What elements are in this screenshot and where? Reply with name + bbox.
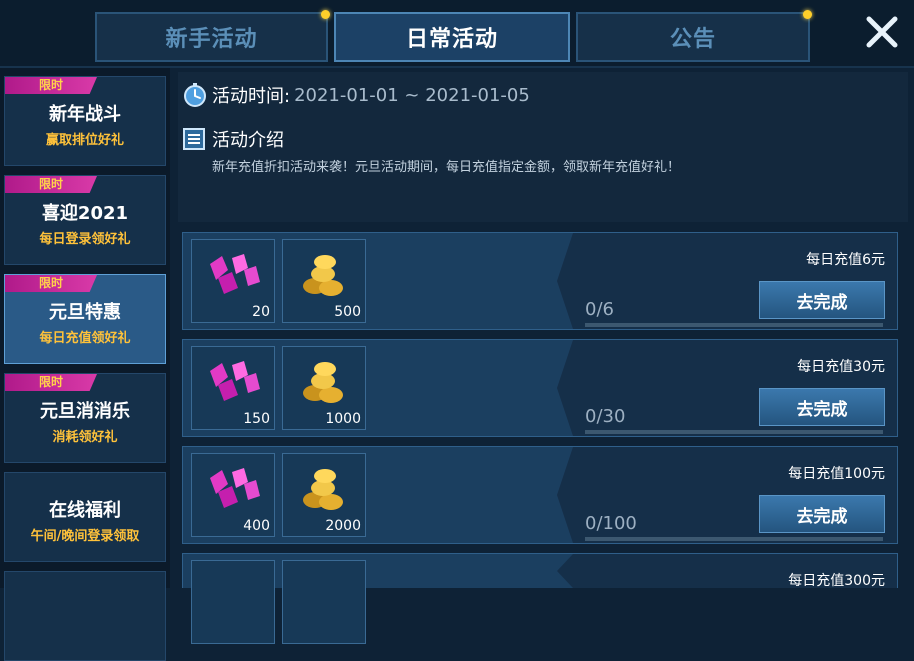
reward-condition: 每日充值30元 [797, 359, 885, 375]
sidebar: 限时 新年战斗 赢取排位好礼 限时 喜迎2021 每日登录领好礼 限时 元旦特惠… [0, 68, 170, 661]
sidebar-item-title: 元旦消消乐 [40, 401, 130, 422]
tab-label: 日常活动 [405, 27, 498, 52]
sidebar-item-online-bonus[interactable]: 在线福利 午间/晚间登录领取 [4, 472, 166, 562]
activity-intro-text: 新年充值折扣活动来袭！元旦活动期间，每日充值指定金额，领取新年充值好礼！ [212, 160, 681, 175]
progress-bar [585, 430, 883, 434]
go-complete-button[interactable]: 去完成 [759, 388, 885, 426]
sidebar-item-new-year-battle[interactable]: 限时 新年战斗 赢取排位好礼 [4, 76, 166, 166]
stopwatch-icon [184, 83, 206, 107]
sidebar-item-title: 在线福利 [49, 500, 121, 521]
reward-slot-gems[interactable]: 400 [191, 453, 275, 537]
sidebar-item-subtitle: 每日充值领好礼 [39, 331, 131, 346]
coin-icon [303, 362, 343, 403]
activity-intro-label: 活动介绍 [212, 130, 284, 151]
limited-tag: 限时 [5, 374, 97, 391]
reward-slot-coins[interactable]: 1000 [282, 346, 366, 430]
activity-time-label: 活动时间: [212, 86, 291, 107]
gem-icon [210, 468, 260, 508]
coin-icon [303, 469, 343, 510]
reward-count: 2000 [325, 518, 361, 534]
limited-tag: 限时 [5, 275, 97, 292]
go-complete-button[interactable]: 去完成 [759, 281, 885, 319]
gem-icon [210, 361, 260, 401]
sidebar-item-subtitle: 每日登录领好礼 [39, 232, 131, 247]
reward-count: 400 [243, 518, 270, 534]
sidebar-item-title: 元旦特惠 [49, 302, 121, 323]
reward-slot-gems[interactable]: 20 [191, 239, 275, 323]
sidebar-item-match-game[interactable]: 限时 元旦消消乐 消耗领好礼 [4, 373, 166, 463]
reward-count: 1000 [325, 411, 361, 427]
reward-slot-gems[interactable] [191, 560, 275, 644]
sidebar-item-new-year-sale[interactable]: 限时 元旦特惠 每日充值领好礼 [4, 274, 166, 364]
sidebar-item-welcome-2021[interactable]: 限时 喜迎2021 每日登录领好礼 [4, 175, 166, 265]
activity-info: 活动时间: 2021-01-01 ~ 2021-01-05 活动介绍 新年充值折… [178, 72, 908, 222]
sidebar-item-subtitle: 消耗领好礼 [52, 430, 118, 445]
close-icon[interactable] [864, 14, 900, 50]
limited-tag: 限时 [5, 77, 97, 94]
progress-bar [585, 537, 883, 541]
reward-condition: 每日充值6元 [806, 252, 885, 268]
reward-slot-coins[interactable]: 500 [282, 239, 366, 323]
sidebar-item-subtitle: 赢取排位好礼 [45, 133, 124, 148]
reward-condition: 每日充值300元 [788, 573, 885, 589]
document-list-icon [183, 128, 205, 150]
tab-newbie[interactable]: 新手活动 [95, 10, 330, 62]
limited-tag: 限时 [5, 176, 97, 193]
reward-slot-coins[interactable] [282, 560, 366, 644]
reward-row: 150 1000 每日充值30元 0/30 去完成 [182, 339, 898, 437]
progress-bar [585, 323, 883, 327]
reward-row: 每日充值300元 [182, 553, 898, 644]
reward-row: 20 500 每日充值6元 0/6 去完成 [182, 232, 898, 330]
reward-slot-gems[interactable]: 150 [191, 346, 275, 430]
activity-intro-heading: 活动介绍 [182, 126, 284, 152]
sidebar-item-title: 喜迎2021 [41, 203, 129, 224]
reward-row: 400 2000 每日充值100元 0/100 去完成 [182, 446, 898, 544]
reward-count: 500 [334, 304, 361, 320]
sidebar-item-subtitle: 午间/晚间登录领取 [30, 529, 140, 544]
sidebar-item-partial[interactable] [4, 571, 166, 661]
reward-slot-coins[interactable]: 2000 [282, 453, 366, 537]
tab-label: 新手活动 [165, 27, 258, 52]
tab-announcement[interactable]: 公告 [576, 10, 812, 62]
tab-label: 公告 [669, 27, 716, 52]
coin-icon [303, 255, 343, 296]
sidebar-item-title: 新年战斗 [49, 104, 121, 125]
reward-condition: 每日充值100元 [788, 466, 885, 482]
activity-time: 活动时间: 2021-01-01 ~ 2021-01-05 [182, 82, 530, 108]
progress-text: 0/30 [585, 406, 626, 427]
go-complete-button[interactable]: 去完成 [759, 495, 885, 533]
gem-icon [210, 254, 260, 294]
progress-text: 0/6 [585, 299, 614, 320]
reward-count: 20 [252, 304, 270, 320]
notice-dot [321, 10, 330, 19]
progress-text: 0/100 [585, 513, 637, 534]
notice-dot [803, 10, 812, 19]
activity-time-value: 2021-01-01 ~ 2021-01-05 [294, 84, 530, 106]
reward-count: 150 [243, 411, 270, 427]
top-tab-bar: 新手活动 日常活动 公告 [0, 0, 914, 68]
tab-daily[interactable]: 日常活动 [334, 12, 570, 62]
